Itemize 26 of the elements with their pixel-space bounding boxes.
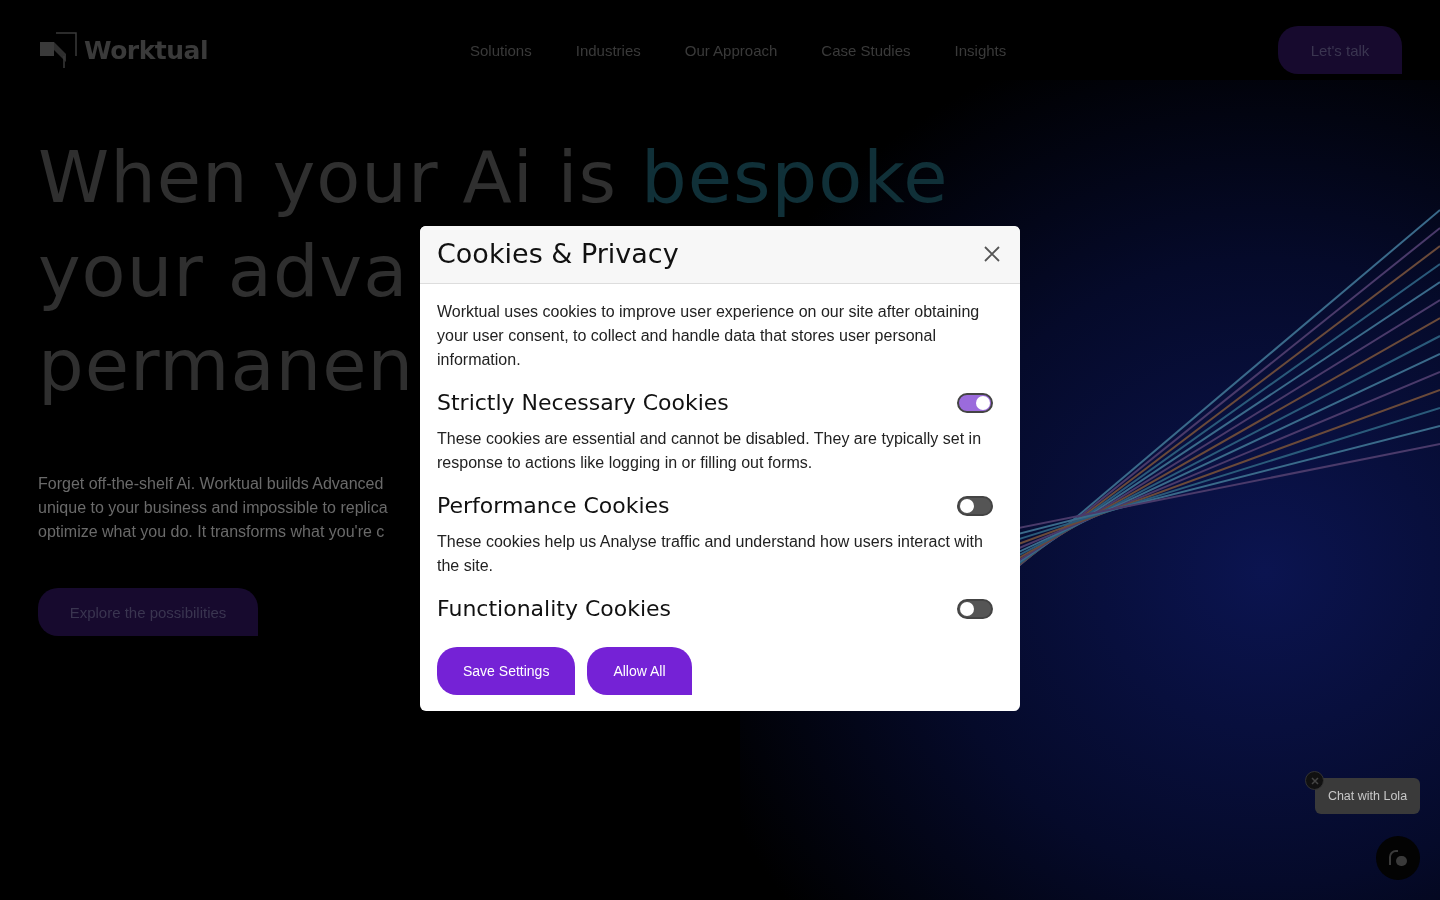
- allow-all-button[interactable]: Allow All: [587, 647, 692, 695]
- section-title: Strictly Necessary Cookies: [437, 390, 729, 415]
- section-title: Performance Cookies: [437, 493, 670, 518]
- dialog-title: Cookies & Privacy: [437, 238, 679, 269]
- dialog-intro: Worktual uses cookies to improve user experience on our site after obtaining your user consent, to collect and handle data that stores user personal information.: [437, 302, 981, 370]
- close-icon: [1310, 776, 1319, 785]
- nav-link[interactable]: Industries: [575, 41, 641, 59]
- toggle-switch[interactable]: [957, 392, 993, 413]
- section-description: These cookies are essential and cannot be disabled. They are typically set in response to actions like logging in or filling out forms.: [437, 429, 983, 473]
- nav-link[interactable]: Solutions: [470, 41, 532, 59]
- nav-link[interactable]: Insights: [954, 41, 1007, 59]
- logo-text: Worktual: [84, 35, 208, 65]
- section-title: Functionality Cookies: [437, 596, 672, 621]
- toggle-switch[interactable]: [957, 598, 993, 619]
- hero-paragraph-line: optimize what you do. It transforms what you're c: [38, 522, 385, 542]
- logo-icon: [40, 32, 78, 68]
- nav-link[interactable]: Case Studies: [821, 41, 911, 59]
- chat-tooltip: Chat with Lola: [1315, 778, 1420, 814]
- chat-bubble-icon: [1388, 849, 1408, 867]
- hero-paragraph-line: unique to your business and impossible to replica: [38, 498, 388, 518]
- toggle-switch[interactable]: [957, 495, 993, 516]
- section-description: These cookies help us Analyse traffic and understand how users interact with the site.: [437, 532, 984, 576]
- hero-paragraph-line: Forget off-the-shelf Ai. Worktual builds Advanced: [38, 474, 384, 494]
- close-icon: [984, 245, 1000, 262]
- save-settings-button[interactable]: Save Settings: [437, 647, 576, 695]
- nav-link[interactable]: Our Approach: [684, 41, 778, 59]
